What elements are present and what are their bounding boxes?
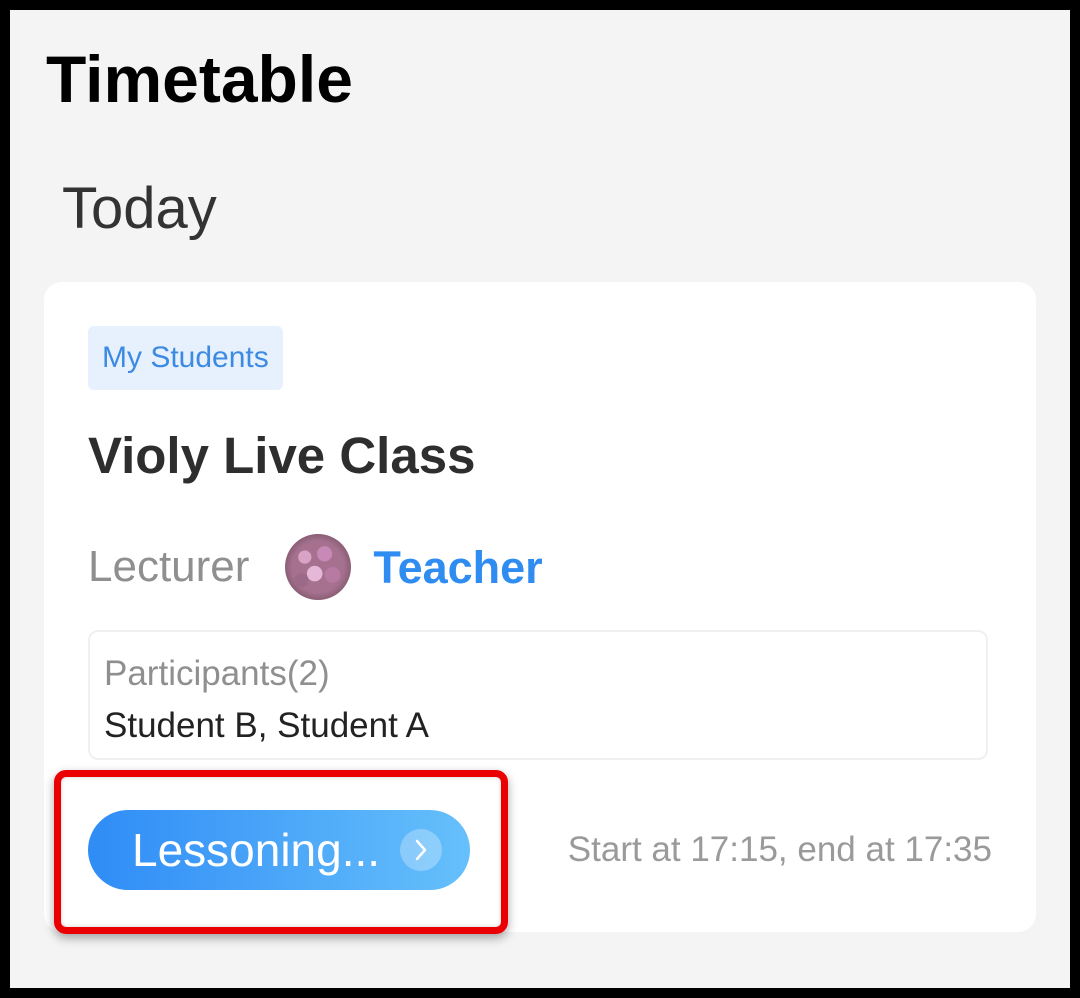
participants-box: Participants(2) Student B, Student A (88, 630, 988, 760)
lecturer-avatar (285, 534, 352, 600)
lecturer-label: Lecturer (88, 542, 250, 591)
category-tag: My Students (88, 326, 283, 390)
participants-label: Participants(2) (104, 654, 330, 693)
lessoning-button[interactable]: Lessoning... (88, 810, 470, 890)
lessoning-button-label: Lessoning... (132, 824, 381, 876)
timetable-screen: Timetable Today My Students Violy Live C… (10, 10, 1070, 988)
chevron-right-icon (400, 829, 442, 871)
section-title-today: Today (62, 176, 217, 241)
class-title: Violy Live Class (88, 427, 476, 484)
schedule-time: Start at 17:15, end at 17:35 (567, 830, 992, 869)
participants-names: Student B, Student A (104, 706, 429, 745)
page-title: Timetable (46, 42, 353, 116)
lecturer-row: Lecturer Teacher (88, 532, 543, 602)
class-card[interactable]: My Students Violy Live Class Lecturer Te… (44, 282, 1036, 934)
lecturer-name[interactable]: Teacher (373, 545, 542, 590)
